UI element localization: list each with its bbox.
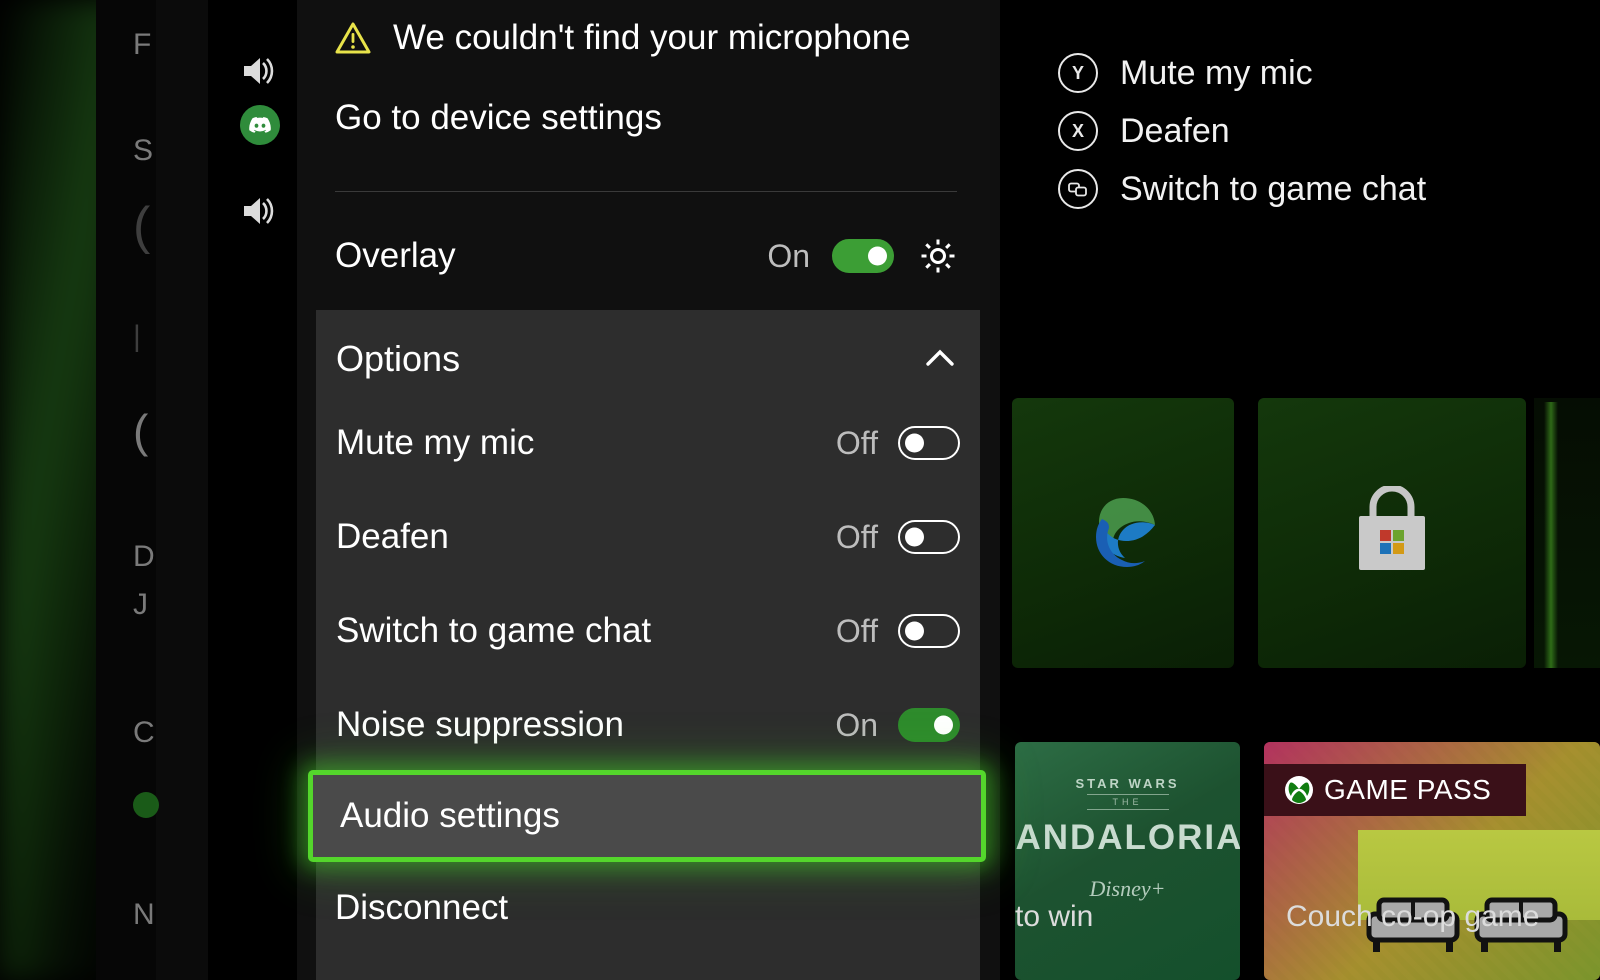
toggle-knob bbox=[934, 715, 953, 735]
game-pass-badge: GAME PASS bbox=[1264, 764, 1527, 816]
hint-mute-my-mic[interactable]: Y Mute my mic bbox=[1058, 44, 1426, 102]
mandalorian-title: MANDALORIAN bbox=[1015, 818, 1240, 857]
x-button-glyph: X bbox=[1071, 121, 1084, 141]
option-state: Off bbox=[835, 424, 878, 461]
mandalorian-caption: to win bbox=[1015, 900, 1094, 933]
speaker-icon-svg bbox=[244, 198, 274, 224]
audio-settings-item[interactable]: Audio settings bbox=[308, 770, 986, 862]
divider bbox=[335, 191, 957, 192]
option-state: On bbox=[835, 706, 878, 743]
ghost-fragment: N bbox=[133, 898, 155, 931]
y-button-icon: Y bbox=[1058, 53, 1098, 93]
option-control: Off bbox=[836, 425, 960, 462]
game-pass-caption: Couch co-op game bbox=[1286, 900, 1540, 933]
toggle-knob bbox=[905, 527, 924, 547]
screen-root: F S ( | ( D J C N STAR WARS THE ANDALORI… bbox=[0, 0, 1600, 980]
edge-app-tile[interactable] bbox=[1012, 398, 1234, 668]
icon-rail bbox=[232, 0, 294, 980]
warning-icon bbox=[335, 22, 371, 54]
y-button-glyph: Y bbox=[1071, 63, 1084, 83]
ghost-fragment: ( bbox=[133, 197, 151, 255]
options-panel: Options Mute my mic Off Deafen Off Switc… bbox=[316, 310, 980, 980]
hint-label: Switch to game chat bbox=[1120, 169, 1427, 208]
discord-badge bbox=[240, 105, 280, 145]
option-row-noise-suppression[interactable]: Noise suppression On bbox=[336, 696, 960, 754]
option-toggle[interactable] bbox=[898, 614, 960, 648]
option-label: Noise suppression bbox=[336, 705, 624, 744]
option-label: Mute my mic bbox=[336, 423, 535, 462]
alert-text: We couldn't find your microphone bbox=[393, 18, 911, 57]
option-row-deafen[interactable]: Deafen Off bbox=[336, 508, 960, 566]
speaker-icon-svg bbox=[244, 58, 274, 84]
option-state: Off bbox=[835, 612, 878, 649]
toggle-knob bbox=[905, 433, 924, 453]
ghost-fragment: | bbox=[133, 320, 141, 353]
overlay-state: On bbox=[767, 237, 810, 274]
obscured-menu-column: F S ( | ( D J C N bbox=[133, 0, 167, 980]
ghost-fragment: C bbox=[133, 716, 155, 749]
x-button-icon: X bbox=[1058, 111, 1098, 151]
hint-label: Mute my mic bbox=[1120, 53, 1313, 92]
discord-glyph bbox=[249, 117, 271, 133]
option-row-switch-to-game-chat[interactable]: Switch to game chat Off bbox=[336, 602, 960, 660]
option-toggle[interactable] bbox=[898, 426, 960, 460]
overlay-label: Overlay bbox=[335, 236, 456, 275]
option-label: Deafen bbox=[336, 517, 449, 556]
option-toggle[interactable] bbox=[898, 520, 960, 554]
store-app-tile[interactable] bbox=[1258, 398, 1526, 668]
xbox-icon bbox=[1285, 776, 1313, 804]
option-label: Switch to game chat bbox=[336, 611, 652, 650]
toggle-knob bbox=[868, 246, 887, 266]
option-row-mute-my-mic[interactable]: Mute my mic Off bbox=[336, 414, 960, 472]
microsoft-edge-icon bbox=[1096, 498, 1155, 567]
option-control: Off bbox=[836, 519, 960, 556]
hint-label: Deafen bbox=[1120, 111, 1230, 150]
overlay-toggle[interactable] bbox=[832, 239, 894, 273]
mandalorian-tile[interactable]: STAR WARS THE MANDALORIAN Disney+ bbox=[1015, 742, 1240, 980]
option-state: Off bbox=[835, 518, 878, 555]
disconnect-label: Disconnect bbox=[335, 888, 509, 927]
game-pass-tile[interactable]: GAME PASS bbox=[1264, 742, 1600, 980]
ghost-fragment: D bbox=[133, 540, 155, 573]
disconnect-item[interactable]: Disconnect bbox=[335, 888, 508, 928]
overlay-row[interactable]: Overlay On bbox=[335, 228, 960, 284]
starwars-brand: STAR WARS bbox=[1075, 776, 1180, 791]
device-settings-link[interactable]: Go to device settings bbox=[335, 98, 662, 138]
microphone-alert: We couldn't find your microphone bbox=[335, 18, 911, 58]
gear-icon[interactable] bbox=[916, 234, 960, 278]
option-control: Off bbox=[836, 613, 960, 650]
speaker-icon[interactable] bbox=[232, 188, 288, 234]
toggle-knob bbox=[905, 621, 924, 641]
ghost-fragment: S bbox=[133, 134, 154, 167]
view-button-glyph bbox=[1068, 182, 1087, 196]
ghost-status-dot bbox=[133, 792, 159, 818]
option-control: On bbox=[835, 707, 960, 744]
overlay-controls: On bbox=[767, 234, 960, 278]
discord-icon[interactable] bbox=[232, 102, 288, 148]
ghost-fragment: ( bbox=[133, 405, 149, 457]
microsoft-store-icon bbox=[1359, 486, 1425, 570]
hint-deafen[interactable]: X Deafen bbox=[1058, 102, 1426, 160]
option-toggle[interactable] bbox=[898, 708, 960, 742]
device-settings-label: Go to device settings bbox=[335, 98, 662, 137]
options-header[interactable]: Options bbox=[336, 328, 960, 390]
ghost-fragment: F bbox=[133, 28, 152, 61]
audio-settings-label: Audio settings bbox=[340, 796, 560, 835]
view-button-icon bbox=[1058, 169, 1098, 209]
speaker-icon[interactable] bbox=[232, 48, 288, 94]
options-title: Options bbox=[336, 338, 461, 379]
disney-plus-logo: Disney+ bbox=[1089, 876, 1166, 901]
ghost-fragment: J bbox=[133, 588, 148, 621]
controller-hints: Y Mute my mic X Deafen Switch to game ch… bbox=[1058, 44, 1426, 218]
tile-edge-shine bbox=[1544, 402, 1558, 668]
game-pass-label: GAME PASS bbox=[1324, 774, 1492, 805]
hint-switch-to-game-chat[interactable]: Switch to game chat bbox=[1058, 160, 1426, 218]
chevron-up-icon[interactable] bbox=[920, 339, 960, 379]
starwars-the: THE bbox=[1086, 794, 1169, 810]
